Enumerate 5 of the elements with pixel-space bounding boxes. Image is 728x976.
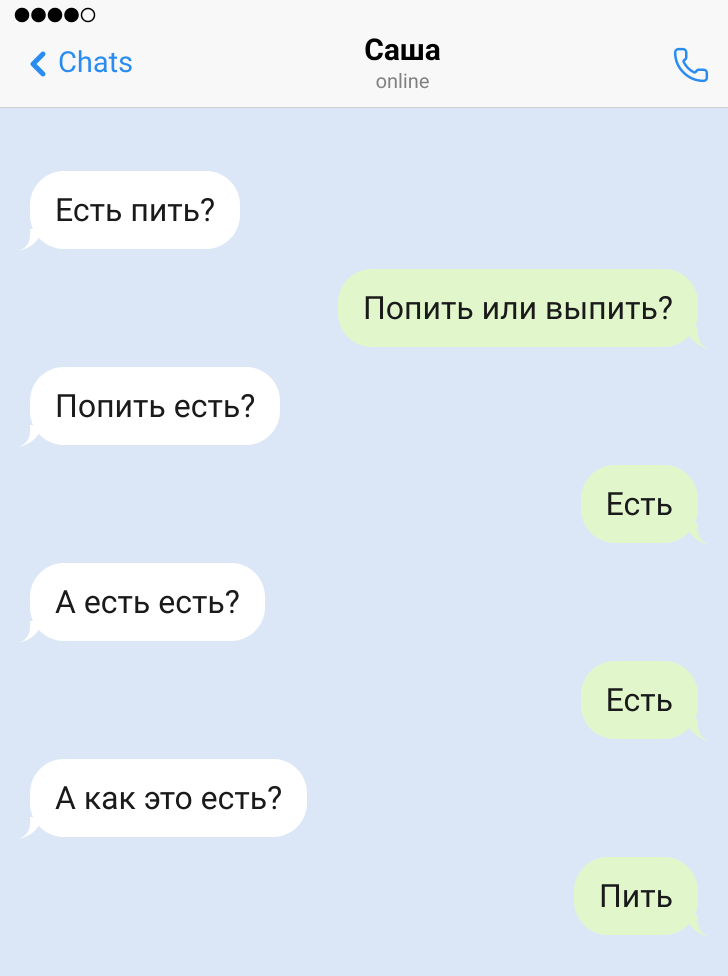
contact-status: online bbox=[376, 68, 430, 94]
phone-icon bbox=[672, 46, 710, 84]
back-button[interactable]: Chats bbox=[18, 38, 134, 86]
signal-icon bbox=[14, 7, 96, 23]
contact-name: Саша bbox=[364, 34, 441, 68]
